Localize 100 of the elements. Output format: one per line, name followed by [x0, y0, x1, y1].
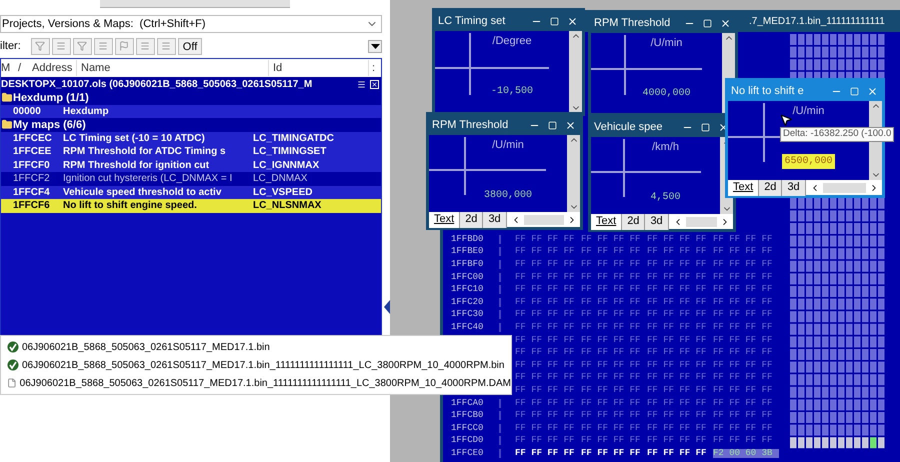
- unit-label: /U/min: [492, 138, 524, 153]
- file-item[interactable]: 06J906021B_5868_505063_0261S05117_MED17.1.bin: [7, 340, 511, 354]
- hex-bytes: FF FF FF FF: [713, 322, 774, 332]
- vertical-scrollbar[interactable]: [569, 31, 582, 113]
- map-row[interactable]: 1FFCEE RPM Threshold for ATDC Timing s LC_TIMINGSET: [1, 145, 381, 158]
- close-icon[interactable]: [370, 80, 379, 88]
- hex-bytes: FF FF FF FF: [515, 336, 576, 345]
- hex-bytes: FF FF FF FF: [581, 448, 642, 458]
- filter-tool-icon: [56, 41, 66, 51]
- vertical-scrollbar[interactable]: [567, 135, 580, 212]
- filter-tool-icon: [161, 41, 172, 51]
- hex-bytes: FF FF FF FF: [581, 360, 642, 370]
- map-row[interactable]: 1FFCF6 No lift to shift engine speed. LC_NLSNMAX: [1, 199, 381, 212]
- hex-address: 1FFC40: [443, 322, 501, 332]
- address-cell-text: 1FFCF2: [12, 172, 51, 186]
- hex-bytes: FF FF FF FF: [647, 310, 708, 320]
- hex-bytes: FF FF FF FF: [581, 398, 642, 408]
- view-tab[interactable]: 2d: [759, 179, 782, 196]
- hex-bytes: FF FF FF FF: [581, 285, 642, 294]
- close-icon[interactable]: [720, 18, 731, 28]
- column-header[interactable]: Name: [77, 60, 269, 76]
- name-cell-text: Vehicule speed threshold to activ: [63, 186, 222, 200]
- id-cell-text: LC_NLSNMAX: [253, 199, 322, 214]
- id-cell-text: LC_VSPEED: [253, 186, 312, 200]
- tooltip: Delta: -16382.250 (-100.0: [780, 127, 894, 142]
- filter-tool-icon: [140, 41, 150, 51]
- hex-bytes: FF FF FF FF: [581, 260, 642, 269]
- file-item[interactable]: 06J906021B_5868_505063_0261S05117_MED17.1.bin_1111111111111111_LC_3800RPM_10_4000RPM.bin: [7, 358, 511, 372]
- filter-tool-button[interactable]: [114, 38, 134, 54]
- column-header[interactable]: Id: [269, 60, 369, 76]
- map-row[interactable]: 1FFCEC LC Timing set (-10 = 10 ATDC) LC_TIMINGATDC: [1, 132, 381, 145]
- hex-address: 1FFCB0: [443, 411, 501, 420]
- address-cell-text: 1FFCF6: [12, 199, 51, 214]
- collapse-icon[interactable]: [357, 80, 366, 88]
- hex-bytes: FF FF FF FF: [515, 424, 576, 433]
- horizontal-scrollbar-track[interactable]: [686, 216, 717, 226]
- hex-bytes: FF FF FF FF: [515, 272, 576, 282]
- map-row[interactable]: 1FFCF4 Vehicule speed threshold to activ LC_VSPEED: [1, 186, 381, 199]
- column-header[interactable]: Address: [29, 60, 77, 76]
- address-cell-text: 1FFCEE: [12, 145, 52, 160]
- address-cell-text: 1FFCEC: [12, 132, 53, 146]
- view-tab[interactable]: 2d: [622, 213, 646, 230]
- maximize-icon[interactable]: [550, 16, 559, 26]
- hex-bytes: FF FF FF FF: [581, 411, 642, 420]
- close-icon[interactable]: [565, 120, 576, 130]
- filter-tool-icon: [35, 41, 46, 51]
- close-icon[interactable]: [567, 16, 578, 26]
- hex-bytes: FF FF FF FF: [713, 424, 774, 433]
- view-tab[interactable]: 3d: [782, 179, 806, 196]
- name-cell-text: RPM Threshold for ATDC Timing s: [63, 145, 227, 160]
- filter-tool-button[interactable]: [30, 38, 50, 54]
- hex-bytes: FF FF FF FF: [581, 310, 642, 320]
- unit-label: /km/h: [652, 140, 679, 155]
- check-shield-icon: [7, 341, 19, 353]
- map-row[interactable]: 00000 Hexdump: [1, 104, 381, 118]
- hex-bytes: FF FF FF FF: [713, 398, 774, 408]
- hex-bytes: FF FF FF FF: [515, 285, 576, 294]
- filter-tool-button[interactable]: [52, 38, 71, 54]
- folder-icon: [1, 92, 13, 104]
- splitter-arrow-icon[interactable]: [384, 300, 390, 314]
- hex-bytes: FF FF FF FF: [647, 234, 708, 244]
- horizontal-scrollbar-track[interactable]: [822, 182, 866, 192]
- view-tab[interactable]: 2d: [460, 211, 484, 228]
- view-tab[interactable]: Text: [591, 213, 622, 230]
- view-tab[interactable]: Text: [429, 211, 460, 228]
- filter-tool-button[interactable]: [72, 38, 92, 54]
- hex-bytes: FF FF FF FF: [515, 298, 576, 307]
- hex-bytes: FF FF FF FF: [713, 373, 774, 382]
- filter-tool-button[interactable]: [136, 38, 155, 54]
- maximize-icon[interactable]: [548, 120, 557, 130]
- window-title: No lift to shift e: [731, 84, 804, 99]
- maximize-icon[interactable]: [701, 122, 710, 132]
- hex-bytes: FF FF FF FF: [647, 272, 708, 282]
- filter-tool-button[interactable]: [156, 38, 176, 54]
- hex-bytes: FF FF FF FF: [647, 336, 708, 345]
- column-header[interactable]: /: [15, 60, 29, 76]
- search-combo[interactable]: Projects, Versions & Maps: (Ctrl+Shift+F): [0, 15, 382, 33]
- horizontal-scrollbar-track[interactable]: [524, 214, 564, 224]
- map-row[interactable]: 1FFCF2 Ignition cut hystereris (LC_DNMAX = I LC_DNMAX: [1, 172, 381, 186]
- hex-address: 1FFC30: [443, 310, 501, 320]
- column-header[interactable]: :: [369, 60, 379, 76]
- hex-bytes: FF FF FF FF: [647, 260, 708, 269]
- hex-address: 1FFCE0: [443, 448, 501, 458]
- hex-bytes: FF FF FF FF: [647, 424, 708, 433]
- file-item[interactable]: 06J906021B_5868_505063_0261S05117_MED17.1.bin_1111111111111111_LC_3800RPM_10_4000RPM.DAM: [7, 376, 511, 390]
- unit-label: /Degree: [492, 34, 532, 49]
- view-tab[interactable]: Text: [728, 179, 760, 196]
- column-header[interactable]: M: [1, 60, 15, 76]
- filter-tool-button[interactable]: [94, 38, 113, 54]
- hex-bytes: FF FF FF FF: [515, 448, 576, 458]
- menu-dropdown-button[interactable]: [368, 40, 382, 52]
- filter-toggle[interactable]: Off: [178, 38, 202, 54]
- address-cell-text: 1FFCF0: [12, 158, 51, 173]
- hex-bytes: FF FF FF FF: [647, 373, 708, 382]
- map-row[interactable]: 1FFCF0 RPM Threshold for ignition cut LC_IGNNMAX: [1, 158, 381, 172]
- view-tab[interactable]: 3d: [645, 213, 669, 230]
- view-tab[interactable]: 3d: [483, 211, 507, 228]
- hex-address: 1FFBE0: [443, 247, 501, 256]
- hex-address: 1FFCC0: [443, 424, 501, 433]
- maximize-icon[interactable]: [703, 18, 712, 28]
